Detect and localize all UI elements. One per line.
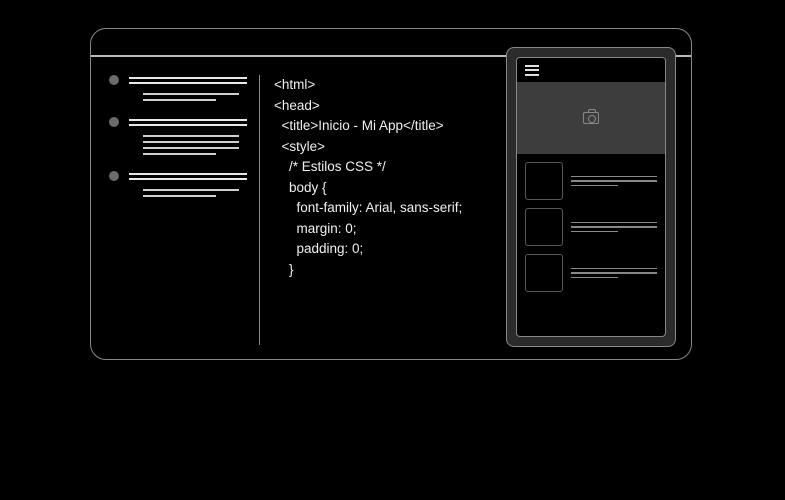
code-line: padding: 0;: [274, 241, 363, 256]
thumbnail-placeholder: [525, 162, 563, 200]
device-preview: [506, 47, 676, 347]
code-line: body {: [274, 180, 327, 195]
code-line: /* Estilos CSS */: [274, 159, 386, 174]
menu-icon[interactable]: [525, 65, 539, 76]
sidebar-item[interactable]: [109, 75, 247, 101]
code-line: <head>: [274, 98, 320, 113]
code-line: <style>: [274, 139, 325, 154]
thumbnail-placeholder: [525, 208, 563, 246]
sidebar-item[interactable]: [109, 171, 247, 197]
code-line: margin: 0;: [274, 221, 357, 236]
camera-icon: [583, 112, 599, 124]
bullet-icon: [109, 171, 119, 181]
phone-frame: [516, 57, 666, 337]
list-item[interactable]: [525, 254, 657, 292]
code-line: }: [274, 262, 294, 277]
file-sidebar: [91, 75, 259, 359]
hero-image-placeholder: [517, 82, 665, 154]
sidebar-item[interactable]: [109, 117, 247, 155]
bullet-icon: [109, 117, 119, 127]
list-item[interactable]: [525, 208, 657, 246]
card-list: [517, 154, 665, 336]
thumbnail-placeholder: [525, 254, 563, 292]
app-header: [517, 58, 665, 82]
code-line: <html>: [274, 77, 315, 92]
editor-window: <html> <head> <title>Inicio - Mi App</ti…: [90, 28, 692, 360]
bullet-icon: [109, 75, 119, 85]
list-item[interactable]: [525, 162, 657, 200]
code-line: <title>Inicio - Mi App</title>: [274, 118, 444, 133]
code-line: font-family: Arial, sans-serif;: [274, 200, 462, 215]
